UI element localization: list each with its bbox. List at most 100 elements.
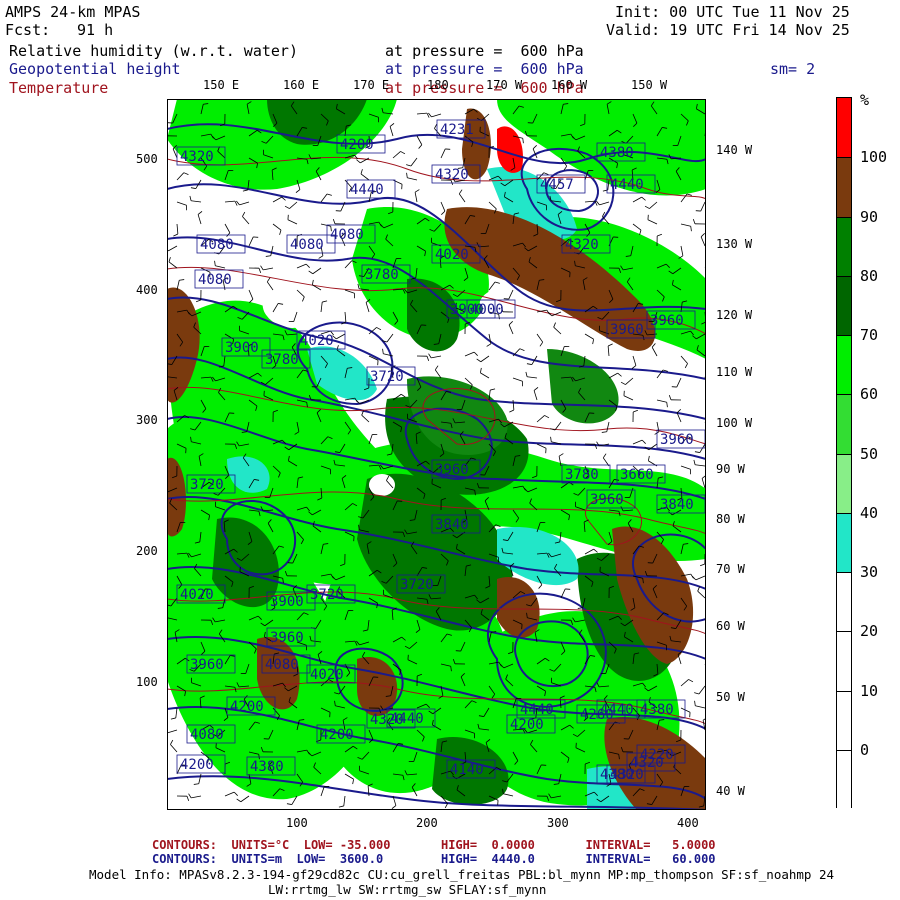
- field-height-title: Geopotential height: [9, 60, 181, 78]
- grid-y-label: 100: [136, 675, 158, 689]
- lon-label: 60 W: [716, 619, 745, 633]
- lon-label: 170 E: [353, 78, 390, 92]
- svg-text:3840: 3840: [435, 517, 469, 533]
- lon-label: 80 W: [716, 512, 745, 526]
- colorbar-label: 10: [860, 681, 879, 700]
- svg-text:4440: 4440: [600, 702, 634, 718]
- svg-text:4200: 4200: [510, 717, 544, 733]
- svg-text:4140: 4140: [450, 762, 484, 778]
- model-info-line2: LW:rrtmg_lw SW:rrtmg_sw SFLAY:sf_mynn: [268, 882, 547, 897]
- grid-x-label: 200: [416, 816, 438, 830]
- svg-text:4440: 4440: [520, 702, 554, 718]
- svg-text:3660: 3660: [620, 467, 654, 483]
- svg-text:3960: 3960: [190, 657, 224, 673]
- svg-text:4080: 4080: [290, 237, 324, 253]
- svg-text:4080: 4080: [190, 727, 224, 743]
- temp-contour-info: CONTOURS: UNITS=°C LOW= -35.000 HIGH= 0.…: [152, 838, 716, 852]
- grid-y-label: 200: [136, 544, 158, 558]
- svg-text:4080: 4080: [198, 272, 232, 288]
- svg-text:4380: 4380: [640, 702, 674, 718]
- colorbar-segment: [837, 453, 851, 515]
- svg-text:3960: 3960: [660, 432, 694, 448]
- lon-label: 40 W: [716, 784, 745, 798]
- svg-text:4380: 4380: [600, 145, 634, 161]
- colorbar-segment: [837, 98, 851, 159]
- colorbar-label: 60: [860, 385, 879, 404]
- colorbar-segment: [837, 157, 851, 219]
- svg-text:3960: 3960: [590, 492, 624, 508]
- forecast-label: Fcst:: [5, 21, 51, 39]
- svg-text:4020: 4020: [435, 247, 469, 263]
- lon-label: 180: [427, 78, 449, 92]
- colorbar-label: 30: [860, 563, 879, 581]
- colorbar-label: 50: [860, 444, 879, 463]
- model-info: Model Info: MPASv8.2.3-194-gf29cd82c CU:…: [89, 867, 835, 882]
- svg-text:4440: 4440: [610, 177, 644, 193]
- init-time: Init: 00 UTC Tue 11 Nov 25: [615, 3, 850, 21]
- svg-text:4380: 4380: [250, 759, 284, 775]
- colorbar-segment: [837, 631, 851, 693]
- lon-label: 110 W: [716, 365, 753, 379]
- grid-y-label: 300: [136, 413, 158, 427]
- rh-colorbar: [836, 97, 852, 811]
- svg-text:4457: 4457: [540, 177, 574, 193]
- lon-label: 160 E: [283, 78, 320, 92]
- svg-text:3780: 3780: [365, 267, 399, 283]
- svg-text:3900: 3900: [270, 594, 304, 610]
- colorbar-segment: [837, 690, 851, 752]
- svg-text:4320: 4320: [610, 767, 644, 783]
- colorbar-label: 40: [860, 503, 879, 522]
- svg-text:4080: 4080: [265, 657, 299, 673]
- colorbar-segment: [837, 275, 851, 337]
- svg-text:3780: 3780: [565, 467, 599, 483]
- colorbar-segment: [837, 512, 851, 574]
- lon-label: 130 W: [716, 237, 753, 251]
- grid-x-label: 300: [547, 816, 569, 830]
- colorbar-segment: [837, 749, 851, 811]
- colorbar-label: 100: [860, 148, 888, 167]
- model-title: AMPS 24-km MPAS: [5, 3, 141, 21]
- colorbar-segment: [837, 216, 851, 278]
- map-plot: 4320 4200 4231 4320 4380 4457 4440 4440 4080 4080…: [167, 99, 706, 810]
- svg-text:4020: 4020: [300, 333, 334, 349]
- svg-text:3840: 3840: [660, 497, 694, 513]
- svg-text:4200: 4200: [320, 727, 354, 743]
- field-rh-level: at pressure = 600 hPa: [385, 42, 584, 60]
- svg-text:4080: 4080: [200, 237, 234, 253]
- grid-y-label: 500: [136, 152, 158, 166]
- grid-x-label: 100: [286, 816, 308, 830]
- svg-text:4320: 4320: [565, 237, 599, 253]
- lon-label: 120 W: [716, 308, 753, 322]
- lon-label: 150 E: [203, 78, 240, 92]
- svg-text:3780: 3780: [265, 352, 299, 368]
- colorbar-label: 90: [860, 207, 879, 226]
- svg-text:4220: 4220: [640, 747, 674, 763]
- grid-x-label: 400: [677, 816, 699, 830]
- dry-region: [369, 474, 395, 496]
- grid-y-label: 400: [136, 283, 158, 297]
- svg-text:3720: 3720: [370, 369, 404, 385]
- svg-text:3960: 3960: [650, 313, 684, 329]
- svg-text:3900: 3900: [225, 340, 259, 356]
- svg-text:4440: 4440: [390, 711, 424, 727]
- svg-text:3720: 3720: [400, 577, 434, 593]
- svg-text:3960: 3960: [435, 462, 469, 478]
- valid-time: Valid: 19 UTC Fri 14 Nov 25: [606, 21, 850, 39]
- svg-text:3960: 3960: [610, 322, 644, 338]
- height-contour-info: CONTOURS: UNITS=m LOW= 3600.0 HIGH= 4440…: [152, 852, 716, 866]
- svg-text:4440: 4440: [350, 182, 384, 198]
- lon-label: 70 W: [716, 562, 745, 576]
- lon-label: 100 W: [716, 416, 753, 430]
- smoothing-label: sm= 2: [770, 60, 816, 78]
- colorbar-unit: %: [860, 91, 870, 109]
- forecast-hour: 91 h: [77, 21, 114, 39]
- svg-text:4320: 4320: [180, 149, 214, 165]
- svg-text:4200: 4200: [230, 699, 264, 715]
- svg-text:3720: 3720: [190, 477, 224, 493]
- colorbar-label: 70: [860, 326, 879, 344]
- colorbar-segment: [837, 335, 851, 397]
- lon-label: 90 W: [716, 462, 745, 476]
- svg-text:4231: 4231: [440, 122, 474, 138]
- field-rh-title: Relative humidity (w.r.t. water): [9, 42, 298, 60]
- colorbar-segment: [837, 394, 851, 456]
